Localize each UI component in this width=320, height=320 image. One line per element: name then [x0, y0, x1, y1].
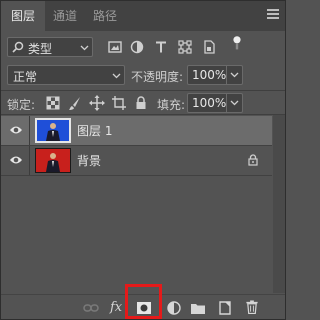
opacity-label: 不透明度: [131, 70, 184, 84]
visibility-eye-icon[interactable] [9, 154, 23, 166]
visibility-eye-icon[interactable] [9, 124, 23, 136]
trash-icon[interactable] [244, 300, 260, 314]
fill-value: 100% [192, 96, 227, 110]
layer-name[interactable]: 图层 1 [77, 122, 112, 139]
blend-mode-select[interactable]: 正常 [7, 65, 125, 85]
layer-thumbnail[interactable] [35, 148, 71, 173]
fx-icon[interactable]: fx [110, 300, 122, 315]
filter-kind-select[interactable]: 类型 [7, 37, 93, 57]
layer-row[interactable]: 图层 1 [1, 116, 272, 145]
smart-object-filter-icon[interactable] [201, 39, 217, 55]
lock-transparent-pixels-icon[interactable] [45, 95, 61, 111]
new-layer-icon[interactable] [217, 301, 233, 315]
lock-all-icon[interactable] [133, 95, 149, 111]
lock-label: 锁定: [7, 98, 36, 112]
link-layers-icon[interactable] [83, 301, 99, 315]
fill-field[interactable]: 100% [187, 93, 243, 113]
layer-name[interactable]: 背景 [77, 152, 101, 169]
layer-thumbnail[interactable] [35, 118, 71, 143]
opacity-dropdown[interactable] [226, 66, 242, 84]
divider [1, 90, 285, 91]
lock-position-icon[interactable] [89, 95, 105, 111]
chevron-down-icon [230, 72, 239, 78]
adjustment-layer-icon[interactable] [166, 301, 182, 315]
tab-layers[interactable]: 图层 [1, 1, 45, 31]
adjustment-layer-filter-icon[interactable] [129, 39, 145, 55]
panel-tab-bar: 图层 通道 路径 [1, 1, 285, 31]
filter-toggle-icon[interactable] [229, 35, 245, 51]
tab-channels[interactable]: 通道 [45, 1, 85, 31]
opacity-field[interactable]: 100% [187, 65, 243, 85]
row-divider [1, 175, 272, 176]
layer-lock-icon[interactable] [248, 154, 258, 166]
chevron-down-icon [80, 45, 89, 51]
row-separator [29, 146, 30, 175]
layer-row[interactable]: 背景 [1, 146, 272, 175]
fill-dropdown[interactable] [226, 94, 242, 112]
pixel-layer-filter-icon[interactable] [107, 39, 123, 55]
opacity-value: 100% [192, 68, 227, 82]
divider [1, 114, 285, 115]
filter-kind-label: 类型 [28, 42, 53, 56]
search-icon [12, 41, 24, 53]
layer-thumbnail-image [36, 149, 70, 172]
row-separator [29, 116, 30, 145]
layer-thumbnail-image [37, 120, 69, 141]
blend-mode-label: 正常 [13, 70, 38, 84]
lock-image-pixels-icon[interactable] [67, 95, 83, 111]
tab-paths[interactable]: 路径 [85, 1, 125, 31]
panel-menu-icon[interactable] [267, 9, 279, 21]
fill-label: 填充: [157, 98, 186, 112]
type-layer-filter-icon[interactable] [153, 39, 169, 55]
layers-scrollbar[interactable] [273, 115, 285, 293]
chevron-down-icon [230, 100, 239, 106]
add-mask-highlight [125, 284, 162, 319]
chevron-down-icon [112, 73, 121, 79]
layers-panel: 图层 通道 路径 类型 正常 不透明度: 100% 锁定: 填充: 100% 图… [0, 0, 286, 320]
group-folder-icon[interactable] [190, 301, 206, 315]
shape-layer-filter-icon[interactable] [177, 39, 193, 55]
prevent-autonest-icon[interactable] [111, 95, 127, 111]
